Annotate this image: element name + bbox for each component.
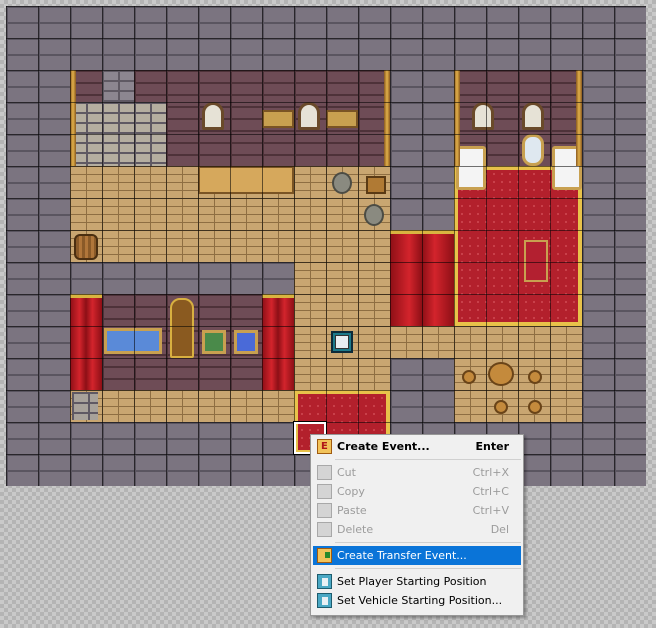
menu-item-label: Delete bbox=[337, 523, 374, 536]
menu-item-create-event[interactable]: Create Event... Enter bbox=[313, 437, 521, 456]
floor-lower-right bbox=[454, 358, 582, 422]
player-start-icon bbox=[317, 574, 332, 589]
pillar bbox=[454, 70, 460, 166]
candle-stand bbox=[524, 240, 548, 282]
menu-item-label: Cut bbox=[337, 466, 356, 479]
curtain bbox=[70, 294, 102, 394]
vehicle-start-icon bbox=[317, 593, 332, 608]
stool bbox=[462, 370, 476, 384]
menu-item-label: Paste bbox=[337, 504, 367, 517]
pillar bbox=[576, 70, 582, 166]
paste-icon bbox=[317, 503, 332, 518]
landscape-painting bbox=[202, 330, 226, 354]
copy-icon bbox=[317, 484, 332, 499]
menu-item-copy[interactable]: Copy Ctrl+C bbox=[313, 482, 521, 501]
curtain bbox=[390, 230, 454, 330]
round-table bbox=[488, 362, 514, 386]
stool bbox=[366, 176, 386, 194]
barrel bbox=[74, 234, 98, 260]
menu-item-label: Set Vehicle Starting Position... bbox=[337, 594, 503, 607]
menu-item-shortcut: Del bbox=[490, 523, 509, 536]
bed bbox=[456, 146, 486, 190]
event-marker[interactable] bbox=[331, 331, 353, 353]
menu-item-label: Set Player Starting Position bbox=[337, 575, 487, 588]
transfer-event-icon bbox=[317, 548, 332, 563]
menu-separator bbox=[335, 568, 521, 569]
menu-item-cut[interactable]: Cut Ctrl+X bbox=[313, 463, 521, 482]
stool bbox=[494, 400, 508, 414]
map-canvas[interactable] bbox=[6, 6, 646, 486]
menu-item-delete[interactable]: Delete Del bbox=[313, 520, 521, 539]
menu-item-shortcut: Ctrl+V bbox=[472, 504, 509, 517]
hallway-floor bbox=[358, 326, 582, 358]
menu-item-paste[interactable]: Paste Ctrl+V bbox=[313, 501, 521, 520]
context-menu: Create Event... Enter Cut Ctrl+X Copy Ct… bbox=[310, 434, 524, 616]
shelf-with-potions bbox=[262, 110, 294, 128]
shelf-with-potions bbox=[326, 110, 358, 128]
window bbox=[472, 102, 494, 130]
menu-item-shortcut: Ctrl+X bbox=[472, 466, 509, 479]
map-painting bbox=[104, 328, 162, 354]
menu-item-label: Copy bbox=[337, 485, 365, 498]
menu-separator bbox=[335, 459, 521, 460]
menu-item-create-transfer-event[interactable]: Create Transfer Event... bbox=[313, 546, 521, 565]
menu-item-set-vehicle-start[interactable]: Set Vehicle Starting Position... bbox=[313, 591, 521, 610]
stool bbox=[528, 370, 542, 384]
bedroom-carpet bbox=[454, 166, 582, 326]
menu-item-label: Create Event... bbox=[337, 440, 430, 453]
floor-lower-left bbox=[70, 390, 294, 422]
window bbox=[522, 102, 544, 130]
stairs bbox=[72, 392, 98, 420]
menu-separator bbox=[335, 542, 521, 543]
counter bbox=[198, 166, 294, 194]
pot bbox=[332, 172, 352, 194]
event-icon bbox=[317, 437, 332, 456]
cut-icon bbox=[317, 465, 332, 480]
grandfather-clock bbox=[170, 298, 194, 358]
stool bbox=[528, 400, 542, 414]
menu-item-set-player-start[interactable]: Set Player Starting Position bbox=[313, 572, 521, 591]
window bbox=[298, 102, 320, 130]
curtain bbox=[262, 294, 294, 394]
portrait-painting bbox=[234, 330, 258, 354]
menu-item-shortcut: Ctrl+C bbox=[472, 485, 509, 498]
event-icon bbox=[335, 335, 349, 349]
menu-item-label: Create Transfer Event... bbox=[337, 549, 467, 562]
window bbox=[202, 102, 224, 130]
pot bbox=[364, 204, 384, 226]
delete-icon bbox=[317, 522, 332, 537]
mirror bbox=[522, 134, 544, 166]
menu-item-shortcut: Enter bbox=[475, 440, 510, 453]
